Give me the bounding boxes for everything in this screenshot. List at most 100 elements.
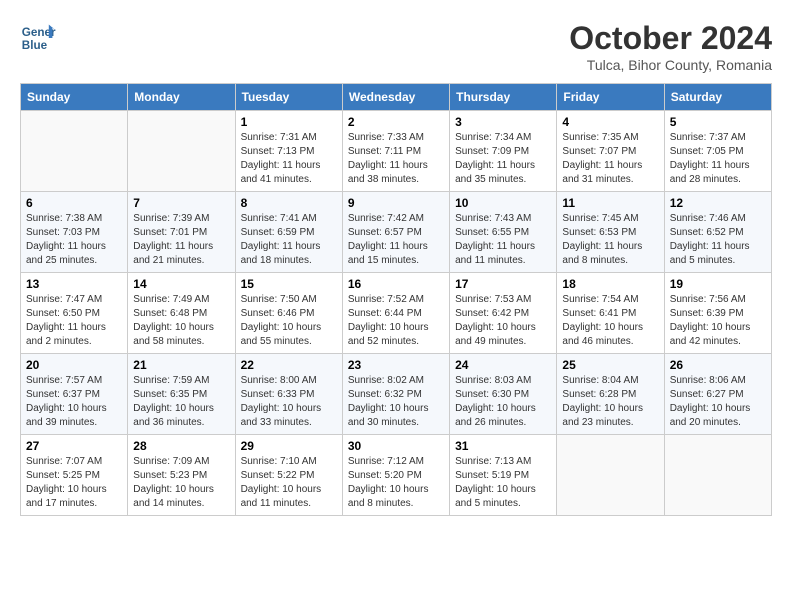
day-info: Sunrise: 7:53 AMSunset: 6:42 PMDaylight:… xyxy=(455,293,551,349)
calendar-cell: 20 Sunrise: 7:57 AMSunset: 6:37 PMDayligh… xyxy=(21,354,128,435)
calendar-cell: 30 Sunrise: 7:12 AMSunset: 5:20 PMDayligh… xyxy=(342,435,449,516)
day-number: 16 xyxy=(348,277,444,291)
day-number: 9 xyxy=(348,196,444,210)
day-info: Sunrise: 7:42 AMSunset: 6:57 PMDaylight:… xyxy=(348,212,444,268)
calendar-cell: 29 Sunrise: 7:10 AMSunset: 5:22 PMDayligh… xyxy=(235,435,342,516)
day-number: 18 xyxy=(562,277,658,291)
day-info: Sunrise: 7:59 AMSunset: 6:35 PMDaylight:… xyxy=(133,374,229,430)
calendar-cell xyxy=(557,435,664,516)
calendar-week-row: 20 Sunrise: 7:57 AMSunset: 6:37 PMDayligh… xyxy=(21,354,772,435)
day-info: Sunrise: 7:07 AMSunset: 5:25 PMDaylight:… xyxy=(26,455,122,511)
logo: General Blue xyxy=(20,20,56,56)
calendar-cell: 15 Sunrise: 7:50 AMSunset: 6:46 PMDayligh… xyxy=(235,273,342,354)
weekday-header-row: SundayMondayTuesdayWednesdayThursdayFrid… xyxy=(21,84,772,111)
day-info: Sunrise: 7:34 AMSunset: 7:09 PMDaylight:… xyxy=(455,131,551,187)
logo-icon: General Blue xyxy=(20,20,56,56)
day-number: 17 xyxy=(455,277,551,291)
calendar-cell: 14 Sunrise: 7:49 AMSunset: 6:48 PMDayligh… xyxy=(128,273,235,354)
day-info: Sunrise: 8:03 AMSunset: 6:30 PMDaylight:… xyxy=(455,374,551,430)
weekday-header: Thursday xyxy=(450,84,557,111)
calendar-cell: 6Sunrise: 7:38 AMSunset: 7:03 PMDaylight… xyxy=(21,192,128,273)
calendar-cell: 5Sunrise: 7:37 AMSunset: 7:05 PMDaylight… xyxy=(664,111,771,192)
calendar-cell: 1Sunrise: 7:31 AMSunset: 7:13 PMDaylight… xyxy=(235,111,342,192)
calendar-cell: 16 Sunrise: 7:52 AMSunset: 6:44 PMDayligh… xyxy=(342,273,449,354)
calendar-cell: 19 Sunrise: 7:56 AMSunset: 6:39 PMDayligh… xyxy=(664,273,771,354)
calendar-week-row: 1Sunrise: 7:31 AMSunset: 7:13 PMDaylight… xyxy=(21,111,772,192)
day-number: 13 xyxy=(26,277,122,291)
day-info: Sunrise: 7:54 AMSunset: 6:41 PMDaylight:… xyxy=(562,293,658,349)
calendar-cell: 31 Sunrise: 7:13 AMSunset: 5:19 PMDayligh… xyxy=(450,435,557,516)
day-number: 30 xyxy=(348,439,444,453)
calendar-cell: 7Sunrise: 7:39 AMSunset: 7:01 PMDaylight… xyxy=(128,192,235,273)
calendar-table: SundayMondayTuesdayWednesdayThursdayFrid… xyxy=(20,83,772,516)
day-number: 1 xyxy=(241,115,337,129)
day-number: 2 xyxy=(348,115,444,129)
calendar-week-row: 27Sunrise: 7:07 AMSunset: 5:25 PMDayligh… xyxy=(21,435,772,516)
weekday-header: Wednesday xyxy=(342,84,449,111)
calendar-cell: 25Sunrise: 8:04 AMSunset: 6:28 PMDayligh… xyxy=(557,354,664,435)
day-info: Sunrise: 7:39 AMSunset: 7:01 PMDaylight:… xyxy=(133,212,229,268)
day-number: 19 xyxy=(670,277,766,291)
day-info: Sunrise: 8:06 AMSunset: 6:27 PMDaylight:… xyxy=(670,374,766,430)
calendar-cell: 3Sunrise: 7:34 AMSunset: 7:09 PMDaylight… xyxy=(450,111,557,192)
calendar-cell: 2 Sunrise: 7:33 AMSunset: 7:11 PMDaylight… xyxy=(342,111,449,192)
day-info: Sunrise: 7:13 AMSunset: 5:19 PMDaylight:… xyxy=(455,455,551,511)
day-info: Sunrise: 7:43 AMSunset: 6:55 PMDaylight:… xyxy=(455,212,551,268)
day-info: Sunrise: 7:45 AMSunset: 6:53 PMDaylight:… xyxy=(562,212,658,268)
day-number: 28 xyxy=(133,439,229,453)
day-info: Sunrise: 7:37 AMSunset: 7:05 PMDaylight:… xyxy=(670,131,766,187)
calendar-cell: 10Sunrise: 7:43 AMSunset: 6:55 PMDayligh… xyxy=(450,192,557,273)
calendar-cell: 17 Sunrise: 7:53 AMSunset: 6:42 PMDayligh… xyxy=(450,273,557,354)
day-info: Sunrise: 8:02 AMSunset: 6:32 PMDaylight:… xyxy=(348,374,444,430)
day-info: Sunrise: 7:47 AMSunset: 6:50 PMDaylight:… xyxy=(26,293,122,349)
calendar-cell: 22 Sunrise: 8:00 AMSunset: 6:33 PMDayligh… xyxy=(235,354,342,435)
calendar-cell: 9 Sunrise: 7:42 AMSunset: 6:57 PMDaylight… xyxy=(342,192,449,273)
day-number: 4 xyxy=(562,115,658,129)
day-info: Sunrise: 7:10 AMSunset: 5:22 PMDaylight:… xyxy=(241,455,337,511)
day-info: Sunrise: 7:35 AMSunset: 7:07 PMDaylight:… xyxy=(562,131,658,187)
calendar-week-row: 13 Sunrise: 7:47 AMSunset: 6:50 PMDayligh… xyxy=(21,273,772,354)
day-info: Sunrise: 8:00 AMSunset: 6:33 PMDaylight:… xyxy=(241,374,337,430)
day-info: Sunrise: 8:04 AMSunset: 6:28 PMDaylight:… xyxy=(562,374,658,430)
day-number: 8 xyxy=(241,196,337,210)
calendar-cell: 24Sunrise: 8:03 AMSunset: 6:30 PMDayligh… xyxy=(450,354,557,435)
day-info: Sunrise: 7:12 AMSunset: 5:20 PMDaylight:… xyxy=(348,455,444,511)
month-title: October 2024 xyxy=(569,20,772,57)
day-number: 23 xyxy=(348,358,444,372)
day-number: 22 xyxy=(241,358,337,372)
day-info: Sunrise: 7:52 AMSunset: 6:44 PMDaylight:… xyxy=(348,293,444,349)
location: Tulca, Bihor County, Romania xyxy=(569,57,772,73)
day-info: Sunrise: 7:33 AMSunset: 7:11 PMDaylight:… xyxy=(348,131,444,187)
day-info: Sunrise: 7:09 AMSunset: 5:23 PMDaylight:… xyxy=(133,455,229,511)
day-number: 31 xyxy=(455,439,551,453)
calendar-cell: 27Sunrise: 7:07 AMSunset: 5:25 PMDayligh… xyxy=(21,435,128,516)
day-info: Sunrise: 7:50 AMSunset: 6:46 PMDaylight:… xyxy=(241,293,337,349)
calendar-cell: 12Sunrise: 7:46 AMSunset: 6:52 PMDayligh… xyxy=(664,192,771,273)
day-number: 29 xyxy=(241,439,337,453)
day-info: Sunrise: 7:57 AMSunset: 6:37 PMDaylight:… xyxy=(26,374,122,430)
day-info: Sunrise: 7:49 AMSunset: 6:48 PMDaylight:… xyxy=(133,293,229,349)
weekday-header: Friday xyxy=(557,84,664,111)
calendar-cell: 18 Sunrise: 7:54 AMSunset: 6:41 PMDayligh… xyxy=(557,273,664,354)
title-block: October 2024 Tulca, Bihor County, Romani… xyxy=(569,20,772,73)
calendar-cell xyxy=(128,111,235,192)
weekday-header: Sunday xyxy=(21,84,128,111)
calendar-cell: 21 Sunrise: 7:59 AMSunset: 6:35 PMDayligh… xyxy=(128,354,235,435)
day-number: 12 xyxy=(670,196,766,210)
calendar-cell: 26Sunrise: 8:06 AMSunset: 6:27 PMDayligh… xyxy=(664,354,771,435)
calendar-cell: 4 Sunrise: 7:35 AMSunset: 7:07 PMDaylight… xyxy=(557,111,664,192)
day-number: 14 xyxy=(133,277,229,291)
calendar-week-row: 6Sunrise: 7:38 AMSunset: 7:03 PMDaylight… xyxy=(21,192,772,273)
weekday-header: Monday xyxy=(128,84,235,111)
weekday-header: Saturday xyxy=(664,84,771,111)
day-info: Sunrise: 7:56 AMSunset: 6:39 PMDaylight:… xyxy=(670,293,766,349)
calendar-cell: 11Sunrise: 7:45 AMSunset: 6:53 PMDayligh… xyxy=(557,192,664,273)
calendar-cell: 8 Sunrise: 7:41 AMSunset: 6:59 PMDaylight… xyxy=(235,192,342,273)
day-number: 15 xyxy=(241,277,337,291)
day-number: 6 xyxy=(26,196,122,210)
weekday-header: Tuesday xyxy=(235,84,342,111)
day-number: 21 xyxy=(133,358,229,372)
calendar-cell: 13 Sunrise: 7:47 AMSunset: 6:50 PMDayligh… xyxy=(21,273,128,354)
day-number: 20 xyxy=(26,358,122,372)
day-info: Sunrise: 7:41 AMSunset: 6:59 PMDaylight:… xyxy=(241,212,337,268)
